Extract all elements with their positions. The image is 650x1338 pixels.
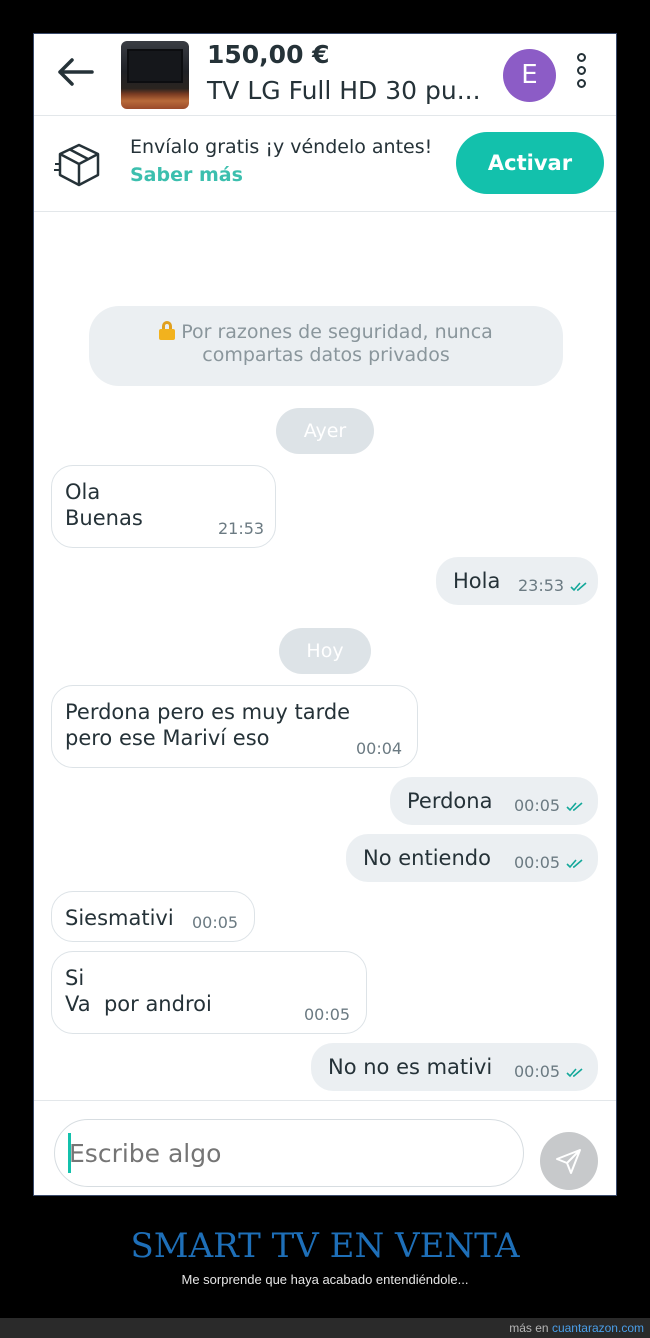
footer-prefix: más en bbox=[509, 1321, 549, 1335]
message-text: No entiendo bbox=[363, 846, 491, 870]
send-icon bbox=[556, 1149, 581, 1174]
caption-subtitle: Me sorprende que haya acabado entendiénd… bbox=[181, 1272, 469, 1287]
product-thumbnail[interactable] bbox=[121, 41, 189, 109]
message-bubble[interactable]: Perdona 00:05 bbox=[390, 777, 598, 825]
message-bubble[interactable]: Hola 23:53 bbox=[436, 557, 598, 605]
message-bubble[interactable]: No no es mativi 00:05 bbox=[311, 1043, 598, 1091]
package-icon bbox=[54, 143, 100, 187]
read-ticks-icon bbox=[566, 802, 583, 812]
message-bubble[interactable]: Ola Buenas 21:53 bbox=[51, 465, 276, 548]
more-options-icon[interactable] bbox=[574, 53, 588, 93]
learn-more-link[interactable]: Saber más bbox=[130, 164, 243, 186]
message-list: Por razones de seguridad, nunca comparta… bbox=[34, 212, 616, 1100]
product-title[interactable]: TV LG Full HD 30 pu... bbox=[207, 76, 481, 105]
footer-text: más en cuantarazon.com bbox=[509, 1321, 644, 1335]
text-cursor bbox=[68, 1133, 71, 1173]
message-text: Si Va por androi bbox=[65, 966, 212, 1016]
message-time: 21:53 bbox=[218, 519, 265, 538]
security-line-2: compartas datos privados bbox=[202, 344, 450, 366]
avatar[interactable]: E bbox=[503, 49, 556, 102]
product-price: 150,00 € bbox=[207, 40, 330, 69]
message-bubble[interactable]: Siesmativi 00:05 bbox=[51, 891, 255, 942]
read-ticks-icon bbox=[566, 859, 583, 869]
message-time: 00:05 bbox=[304, 1005, 351, 1024]
chat-header: 150,00 € TV LG Full HD 30 pu... E bbox=[34, 34, 616, 116]
chat-screen: 150,00 € TV LG Full HD 30 pu... E Envíal… bbox=[33, 33, 617, 1196]
message-time: 23:53 bbox=[518, 573, 588, 599]
security-line-1: Por razones de seguridad, nunca bbox=[181, 321, 493, 343]
read-ticks-icon bbox=[570, 582, 587, 592]
shipping-banner: Envíalo gratis ¡y véndelo antes! Saber m… bbox=[34, 116, 616, 212]
security-notice: Por razones de seguridad, nunca comparta… bbox=[89, 306, 563, 386]
message-input[interactable] bbox=[54, 1119, 524, 1187]
footer-bar: más en cuantarazon.com bbox=[0, 1318, 650, 1338]
banner-text: Envíalo gratis ¡y véndelo antes! bbox=[130, 136, 433, 158]
caption-title: SMART TV EN VENTA bbox=[130, 1226, 520, 1266]
message-time: 00:05 bbox=[514, 850, 584, 876]
site-link[interactable]: cuantarazon.com bbox=[552, 1321, 644, 1335]
activate-button[interactable]: Activar bbox=[456, 132, 604, 194]
message-text: Perdona bbox=[407, 789, 493, 813]
message-bubble[interactable]: Si Va por androi 00:05 bbox=[51, 951, 367, 1034]
message-time: 00:05 bbox=[514, 1059, 584, 1085]
day-separator-today: Hoy bbox=[279, 628, 371, 674]
send-button[interactable] bbox=[540, 1132, 598, 1190]
message-bubble[interactable]: Perdona pero es muy tarde pero ese Mariv… bbox=[51, 685, 418, 768]
message-text: Hola bbox=[453, 569, 501, 593]
composer-bar bbox=[34, 1100, 616, 1195]
message-text: No no es mativi bbox=[328, 1055, 493, 1079]
message-text: Siesmativi bbox=[65, 906, 174, 930]
message-text: Perdona pero es muy tarde pero ese Mariv… bbox=[65, 700, 351, 750]
read-ticks-icon bbox=[566, 1068, 583, 1078]
message-time: 00:05 bbox=[192, 913, 239, 932]
back-arrow-icon[interactable] bbox=[56, 56, 96, 88]
day-separator-yesterday: Ayer bbox=[276, 408, 374, 454]
message-time: 00:05 bbox=[514, 793, 584, 819]
message-time: 00:04 bbox=[356, 739, 403, 758]
message-bubble[interactable]: No entiendo 00:05 bbox=[346, 834, 598, 882]
lock-icon bbox=[159, 321, 176, 340]
message-text: Ola Buenas bbox=[65, 480, 143, 530]
